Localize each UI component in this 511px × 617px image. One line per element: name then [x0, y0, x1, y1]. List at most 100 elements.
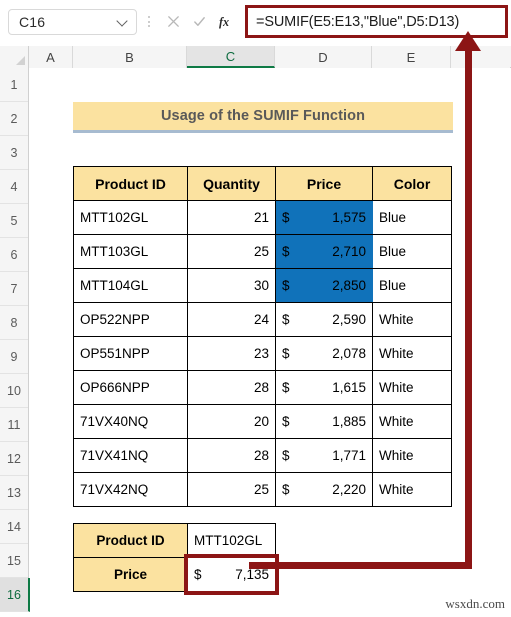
column-header-b[interactable]: B — [73, 46, 187, 68]
up-arrow-annotation-icon — [455, 31, 481, 51]
row-header-7[interactable]: 7 — [0, 272, 28, 306]
cell-price[interactable]: $2,220 — [276, 473, 373, 507]
confirm-check-icon[interactable] — [192, 14, 207, 29]
chevron-down-icon[interactable] — [117, 16, 128, 27]
table-row: 71VX41NQ28$1,771White — [74, 439, 452, 473]
cell-price-currency: $ — [282, 482, 290, 497]
cell-price-value: 2,850 — [332, 278, 366, 293]
cell-color[interactable]: Blue — [373, 201, 452, 235]
row-header-15[interactable]: 15 — [0, 544, 28, 578]
row-header-4[interactable]: 4 — [0, 170, 28, 204]
row-header-12[interactable]: 12 — [0, 442, 28, 476]
worksheet-canvas[interactable]: Usage of the SUMIF Function Product ID Q… — [30, 68, 511, 617]
cell-price-value: 2,220 — [332, 482, 366, 497]
row-header-3[interactable]: 3 — [0, 136, 28, 170]
table-header-row: Product ID Quantity Price Color — [74, 167, 452, 201]
cell-quantity[interactable]: 25 — [188, 235, 276, 269]
column-header-quantity: Quantity — [188, 167, 276, 201]
row-header-10[interactable]: 10 — [0, 374, 28, 408]
cell-product-id[interactable]: 71VX41NQ — [74, 439, 188, 473]
cell-price[interactable]: $1,771 — [276, 439, 373, 473]
row-header-16[interactable]: 16 — [0, 578, 30, 612]
cell-product-id[interactable]: 71VX40NQ — [74, 405, 188, 439]
select-all-corner-icon[interactable] — [0, 46, 29, 68]
cell-quantity[interactable]: 28 — [188, 371, 276, 405]
result-row-price: Price $ 7,135 — [74, 558, 276, 592]
name-box[interactable]: C16 — [8, 9, 137, 35]
column-header-product-id: Product ID — [74, 167, 188, 201]
result-value-product-id[interactable]: MTT102GL — [188, 524, 276, 558]
cell-color[interactable]: White — [373, 303, 452, 337]
cell-color[interactable]: White — [373, 439, 452, 473]
cell-price[interactable]: $1,885 — [276, 405, 373, 439]
column-header-color: Color — [373, 167, 452, 201]
table-row: OP666NPP28$1,615White — [74, 371, 452, 405]
cell-price[interactable]: $1,615 — [276, 371, 373, 405]
cell-product-id[interactable]: MTT104GL — [74, 269, 188, 303]
cell-product-id[interactable]: 71VX42NQ — [74, 473, 188, 507]
cell-price[interactable]: $2,078 — [276, 337, 373, 371]
cell-color[interactable]: White — [373, 337, 452, 371]
table-row: OP522NPP24$2,590White — [74, 303, 452, 337]
column-header-d[interactable]: D — [275, 46, 372, 68]
cell-price-currency: $ — [282, 278, 290, 293]
row-header-9[interactable]: 9 — [0, 340, 28, 374]
row-header-2[interactable]: 2 — [0, 102, 28, 136]
annotation-arrow-horizontal-segment — [249, 562, 472, 569]
cell-price-currency: $ — [282, 380, 290, 395]
cell-price[interactable]: $2,850 — [276, 269, 373, 303]
cell-product-id[interactable]: OP522NPP — [74, 303, 188, 337]
row-header-14[interactable]: 14 — [0, 510, 28, 544]
cell-color[interactable]: White — [373, 405, 452, 439]
cell-price-currency: $ — [282, 312, 290, 327]
row-header-11[interactable]: 11 — [0, 408, 28, 442]
cell-quantity[interactable]: 24 — [188, 303, 276, 337]
cell-quantity[interactable]: 25 — [188, 473, 276, 507]
result-price-currency: $ — [194, 567, 202, 582]
cell-price-currency: $ — [282, 414, 290, 429]
result-table: Product ID MTT102GL Price $ 7,135 — [73, 523, 276, 592]
product-data-table: Product ID Quantity Price Color MTT102GL… — [73, 166, 452, 507]
result-label-product-id: Product ID — [74, 524, 188, 558]
cell-color[interactable]: Blue — [373, 235, 452, 269]
page-title: Usage of the SUMIF Function — [161, 108, 365, 124]
cell-quantity[interactable]: 21 — [188, 201, 276, 235]
cell-price-value: 2,078 — [332, 346, 366, 361]
column-header-a[interactable]: A — [29, 46, 73, 68]
table-row: MTT104GL30$2,850Blue — [74, 269, 452, 303]
svg-text:fx: fx — [219, 15, 229, 29]
formula-bar: C16 fx =SUMIF(E5:E13,"Blue",D5:D13) — [0, 0, 511, 43]
cell-quantity[interactable]: 28 — [188, 439, 276, 473]
row-header-5[interactable]: 5 — [0, 204, 28, 238]
cell-product-id[interactable]: OP666NPP — [74, 371, 188, 405]
vertical-dots-icon — [142, 16, 156, 27]
cell-quantity[interactable]: 23 — [188, 337, 276, 371]
cell-price[interactable]: $1,575 — [276, 201, 373, 235]
cancel-x-icon[interactable] — [166, 14, 181, 29]
row-header-8[interactable]: 8 — [0, 306, 28, 340]
cell-quantity[interactable]: 30 — [188, 269, 276, 303]
annotation-arrow-vertical-segment — [465, 48, 472, 569]
row-header-6[interactable]: 6 — [0, 238, 28, 272]
column-header-row: A B C D E — [0, 46, 511, 68]
column-header-e[interactable]: E — [372, 46, 451, 68]
row-header-1[interactable]: 1 — [0, 68, 28, 102]
cell-price-value: 2,710 — [332, 244, 366, 259]
cell-product-id[interactable]: MTT103GL — [74, 235, 188, 269]
cell-quantity[interactable]: 20 — [188, 405, 276, 439]
cell-color[interactable]: White — [373, 371, 452, 405]
cell-color[interactable]: Blue — [373, 269, 452, 303]
cell-price[interactable]: $2,710 — [276, 235, 373, 269]
cell-price[interactable]: $2,590 — [276, 303, 373, 337]
table-row: MTT102GL21$1,575Blue — [74, 201, 452, 235]
result-label-price: Price — [74, 558, 188, 592]
table-body: MTT102GL21$1,575BlueMTT103GL25$2,710Blue… — [74, 201, 452, 507]
column-header-c[interactable]: C — [187, 46, 275, 68]
cell-price-currency: $ — [282, 244, 290, 259]
fx-insert-function-icon[interactable]: fx — [218, 14, 233, 29]
cell-product-id[interactable]: OP551NPP — [74, 337, 188, 371]
row-header-13[interactable]: 13 — [0, 476, 28, 510]
name-box-value: C16 — [19, 14, 45, 30]
cell-color[interactable]: White — [373, 473, 452, 507]
cell-product-id[interactable]: MTT102GL — [74, 201, 188, 235]
